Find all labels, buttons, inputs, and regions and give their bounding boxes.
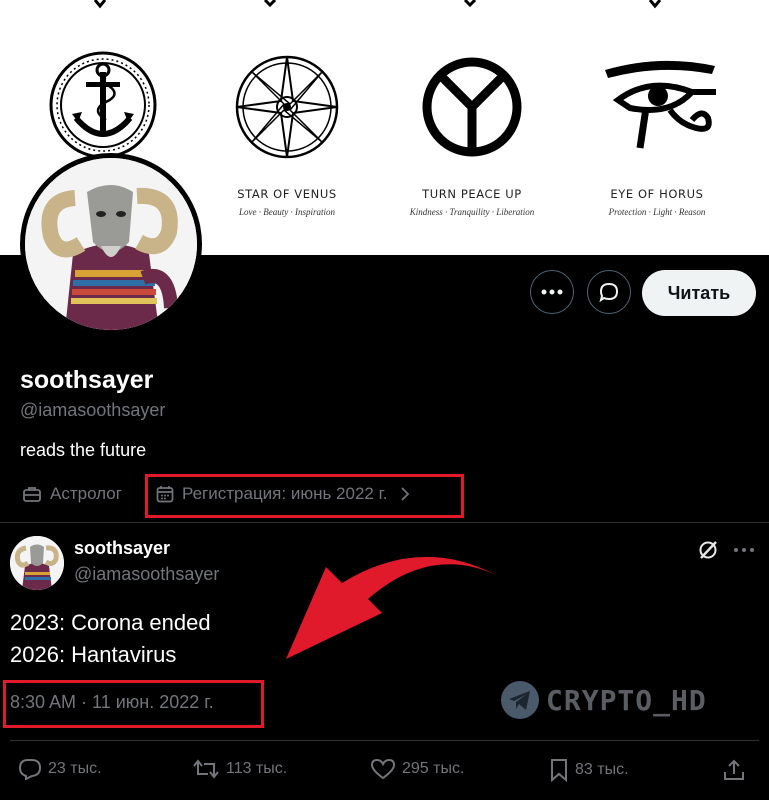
tweet-text-line: 2023: Corona ended [10,610,211,635]
tweet-author-name[interactable]: soothsayer [74,538,170,559]
tweet-author-handle[interactable]: @iamasoothsayer [74,564,219,585]
star-of-venus-caption: STAR OF VENUS Love · Beauty · Inspiratio… [192,187,382,217]
profile-handle: @iamasoothsayer [20,400,166,420]
retweet-count: 113 тыс. [226,760,288,777]
grok-icon[interactable] [697,539,719,561]
reply-count: 23 тыс. [48,760,102,777]
message-bubble-icon [599,282,619,303]
turn-peace-up-subtitle: Kindness · Tranquility · Liberation [409,207,535,217]
profile-category: Астролог [22,480,122,508]
eye-of-horus-caption: EYE OF HORUS Protection · Light · Reason [562,187,752,217]
goat-character-image [10,536,64,590]
turn-peace-up-title: TURN PEACE UP [422,187,522,201]
follow-button[interactable]: Читать [642,270,756,316]
profile-divider [0,522,769,523]
retweet-icon [193,759,219,779]
heart-icon [370,758,396,780]
bookmark-icon [551,759,567,782]
watermark-text: CRYPTO_HD [546,683,707,717]
timestamp-highlight-box [3,680,264,728]
share-button[interactable] [722,758,752,782]
briefcase-icon [23,487,41,502]
profile-bio: reads the future [20,440,147,460]
star-of-venus-subtitle: Love · Beauty · Inspiration [239,207,335,217]
retweet-button[interactable]: 113 тыс. [192,758,287,780]
eye-of-horus-symbol [605,60,716,149]
turn-peace-up-caption: TURN PEACE UP Kindness · Tranquility · L… [377,187,567,217]
bookmark-button[interactable]: 83 тыс. [549,758,629,782]
eye-of-horus-subtitle: Protection · Light · Reason [608,207,706,217]
eye-of-horus-title: EYE OF HORUS [610,187,704,201]
profile-category-label: Астролог [50,484,122,503]
like-button[interactable]: 295 тыс. [370,758,464,780]
tweet-actions-divider [10,740,759,741]
star-of-venus-symbol [235,55,339,159]
anchor-symbol [49,51,157,159]
more-options-button[interactable] [530,270,574,314]
peace-symbol [422,57,522,157]
message-button[interactable] [587,270,631,314]
watermark: CRYPTO_HD [500,680,707,720]
tweet-text-line: 2026: Hantavirus [10,642,177,667]
reply-button[interactable]: 23 тыс. [18,758,102,780]
tweet-author-avatar[interactable] [10,536,64,590]
share-icon [724,759,744,780]
red-arrow-annotation [286,556,496,659]
banner-top-marks [93,0,662,9]
goat-character-image [25,158,197,330]
bookmark-count: 83 тыс. [575,761,629,778]
like-count: 295 тыс. [402,760,465,777]
star-of-venus-title: STAR OF VENUS [237,187,337,201]
tweet-more-icon[interactable] [733,547,755,553]
more-horizontal-icon [541,289,563,295]
profile-avatar[interactable] [20,153,202,335]
telegram-icon [501,681,539,719]
profile-display-name: soothsayer [20,366,154,394]
join-date-highlight-box [145,474,464,518]
reply-icon [18,759,42,780]
